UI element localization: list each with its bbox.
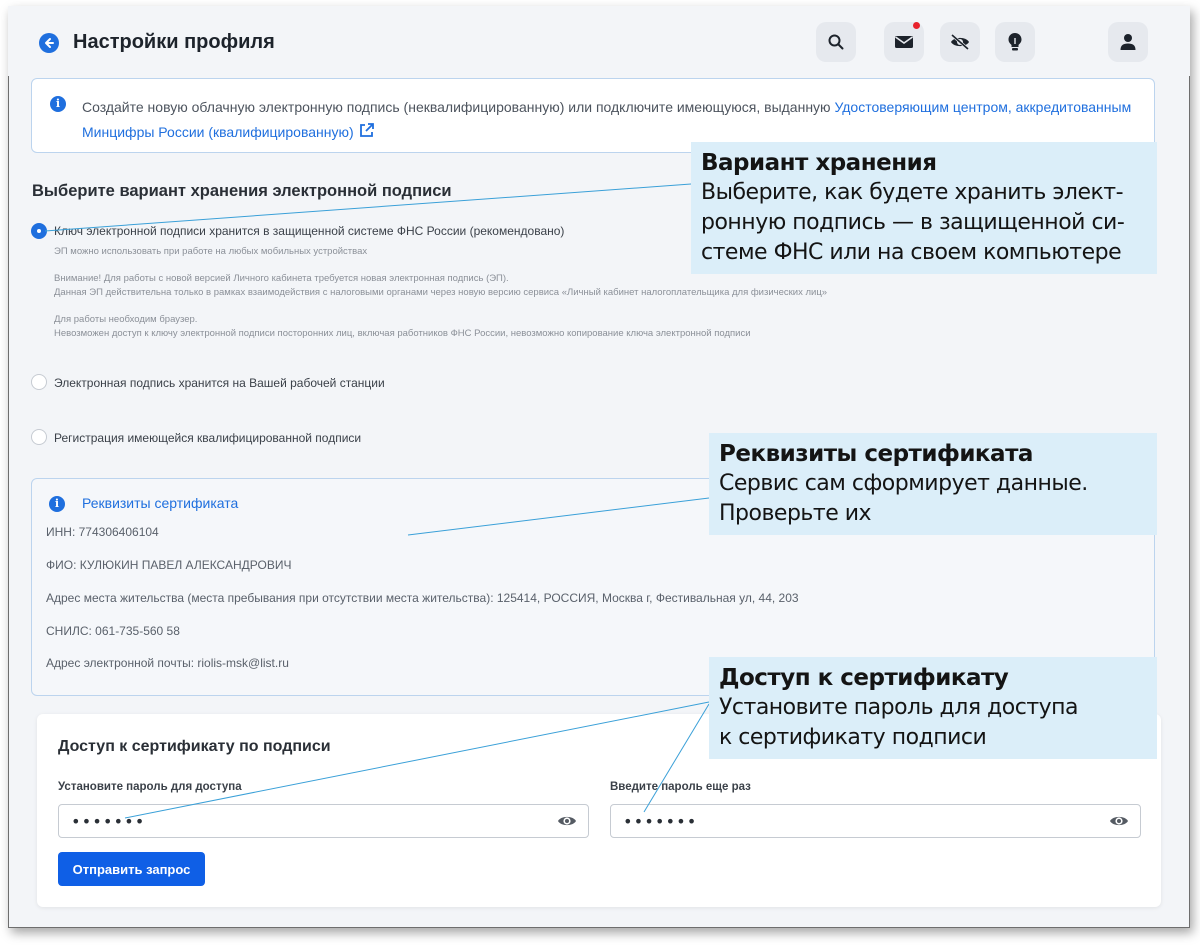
submit-request-button[interactable]: Отправить запрос [58,852,205,886]
storage-callout-title: Вариант хранения [701,150,937,176]
certificate-inn: ИНН: 774306406104 [46,525,159,539]
certificate-email: Адрес электронной почты: riolis-msk@list… [46,656,289,670]
certificate-address: Адрес места жительства (места пребывания… [46,591,799,605]
access-callout-line: Установите пароль для доступа [719,695,1079,720]
messages-button[interactable] [884,22,924,62]
external-link-icon[interactable] [358,122,375,139]
info-banner-text: Создайте новую облачную электронную подп… [82,95,1142,145]
page-title: Настройки профиля [73,31,275,53]
storage-callout-line: Выберите, как будете хранить элект- [701,180,1124,205]
info-banner-message: Создайте новую облачную электронную подп… [82,99,835,115]
storage-section-title: Выберите вариант хранения электронной по… [32,182,452,200]
storage-callout: Вариант хранения Выберите, как будете хр… [691,142,1157,274]
certificate-snils: СНИЛС: 061-735-560 58 [46,624,180,638]
certificate-title: Реквизиты сертификата [82,495,239,511]
access-callout-title: Доступ к сертификату [719,665,1009,691]
mail-icon [895,36,913,48]
lightbulb-icon [1008,33,1022,51]
storage-option-fns-radio[interactable] [31,223,47,239]
storage-callout-line: ронную подпись — в защищенной си- [701,210,1125,235]
storage-option-qualified-label[interactable]: Регистрация имеющейся квалифицированной … [54,431,361,445]
back-arrow-icon [45,38,54,48]
back-button[interactable] [39,33,59,53]
password-input[interactable] [58,804,589,838]
info-icon: i [49,496,65,512]
eye-icon[interactable] [1109,813,1129,829]
user-icon [1120,34,1136,50]
certificate-fio: ФИО: КУЛЮКИН ПАВЕЛ АЛЕКСАНДРОВИЧ [46,558,292,572]
certificate-callout-line: Проверьте их [719,501,872,526]
certificate-callout: Реквизиты сертификата Сервис сам сформир… [709,433,1157,535]
storage-option-fns-desc: Данная ЭП действительна только в рамках … [54,287,828,298]
accessibility-button[interactable] [940,22,980,62]
info-icon: i [50,96,66,112]
certificate-callout-line: Сервис сам сформирует данные. [719,471,1088,496]
profile-button[interactable] [1108,22,1148,62]
storage-option-fns-desc: Невозможен доступ к ключу электронной по… [54,328,751,339]
search-button[interactable] [816,22,856,62]
access-title: Доступ к сертификату по подписи [58,738,331,755]
access-callout-line: к сертификату подписи [719,725,987,750]
storage-option-local-radio[interactable] [31,374,47,390]
repeat-password-label: Введите пароль еще раз [610,781,751,793]
certificate-callout-title: Реквизиты сертификата [719,441,1033,467]
storage-option-fns-desc: Для работы необходим браузер. [54,314,198,325]
eye-icon[interactable] [557,813,577,829]
storage-callout-line: стеме ФНС или на своем компьютере [701,240,1122,265]
password-label: Установите пароль для доступа [58,781,242,793]
storage-option-qualified-radio[interactable] [31,429,47,445]
repeat-password-input[interactable] [610,804,1141,838]
access-callout: Доступ к сертификату Установите пароль д… [709,657,1157,759]
storage-option-fns-label[interactable]: Ключ электронной подписи хранится в защи… [54,224,564,238]
notification-dot [913,22,920,29]
eye-off-icon [951,33,969,51]
storage-option-local-label[interactable]: Электронная подпись хранится на Вашей ра… [54,376,385,390]
hint-button[interactable] [995,22,1035,62]
search-icon [828,34,844,50]
